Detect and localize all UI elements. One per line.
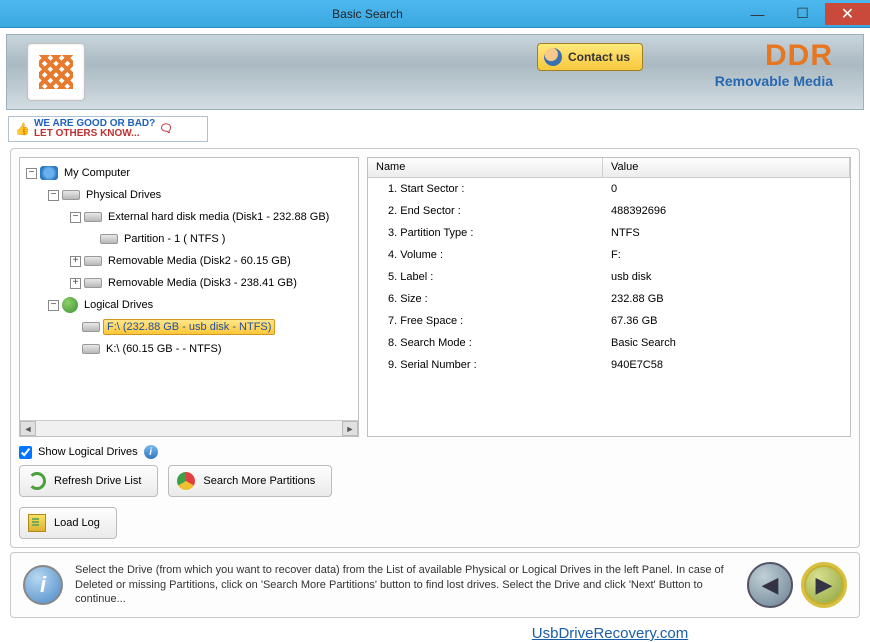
- property-row[interactable]: 5. Label :usb disk: [368, 266, 850, 288]
- contact-label: Contact us: [568, 50, 630, 64]
- drive-icon: [84, 212, 102, 222]
- feedback-banner[interactable]: 👍 WE ARE GOOD OR BAD? LET OTHERS KNOW...…: [8, 116, 208, 142]
- show-logical-drives-label: Show Logical Drives: [38, 446, 138, 458]
- info-icon[interactable]: i: [144, 445, 158, 459]
- minimize-button[interactable]: —: [735, 3, 780, 25]
- property-name: 6. Size :: [368, 293, 603, 305]
- column-value[interactable]: Value: [603, 158, 850, 177]
- property-value: Basic Search: [603, 337, 850, 349]
- titlebar: Basic Search — ☐ ✕: [0, 0, 870, 28]
- property-value: 488392696: [603, 205, 850, 217]
- property-value: NTFS: [603, 227, 850, 239]
- tree-physical-drives[interactable]: − Physical Drives: [22, 184, 356, 206]
- log-icon: [28, 514, 46, 532]
- property-value: 67.36 GB: [603, 315, 850, 327]
- property-row[interactable]: 9. Serial Number :940E7C58: [368, 354, 850, 376]
- collapse-icon[interactable]: −: [48, 190, 59, 201]
- column-name[interactable]: Name: [368, 158, 603, 177]
- property-name: 5. Label :: [368, 271, 603, 283]
- contact-us-button[interactable]: Contact us: [537, 43, 643, 71]
- expand-icon[interactable]: +: [70, 278, 81, 289]
- pie-icon: [177, 472, 195, 490]
- drive-icon: [82, 322, 100, 332]
- tree-disk1-partition1[interactable]: Partition - 1 ( NTFS ): [22, 228, 356, 250]
- brand-sub: Removable Media: [715, 73, 833, 89]
- property-row[interactable]: 7. Free Space :67.36 GB: [368, 310, 850, 332]
- next-button[interactable]: ▶: [801, 562, 847, 608]
- feedback-line2: LET OTHERS KNOW...: [34, 129, 155, 139]
- drive-icon: [82, 344, 100, 354]
- tree-drive-f[interactable]: F:\ (232.88 GB - usb disk - NTFS): [22, 316, 356, 338]
- show-logical-drives-checkbox[interactable]: [19, 446, 32, 459]
- content-area: − My Computer − Physical Drives − Extern…: [10, 148, 860, 548]
- window-title: Basic Search: [0, 7, 735, 21]
- drive-tree-panel[interactable]: − My Computer − Physical Drives − Extern…: [19, 157, 359, 437]
- footer-link[interactable]: UsbDriveRecovery.com: [0, 622, 870, 642]
- scroll-left-icon[interactable]: ◄: [20, 421, 36, 436]
- drive-icon: [84, 256, 102, 266]
- banner: Contact us DDR Removable Media: [6, 34, 864, 110]
- bubble-icon: 🗨: [159, 124, 173, 135]
- horizontal-scrollbar[interactable]: ◄ ►: [20, 420, 358, 436]
- collapse-icon[interactable]: −: [70, 212, 81, 223]
- property-name: 3. Partition Type :: [368, 227, 603, 239]
- property-row[interactable]: 8. Search Mode :Basic Search: [368, 332, 850, 354]
- drive-icon: [84, 278, 102, 288]
- property-row[interactable]: 6. Size :232.88 GB: [368, 288, 850, 310]
- tree-disk3[interactable]: + Removable Media (Disk3 - 238.41 GB): [22, 272, 356, 294]
- app-logo: [27, 43, 85, 101]
- drive-icon: [100, 234, 118, 244]
- properties-header: Name Value: [368, 158, 850, 178]
- property-row[interactable]: 2. End Sector :488392696: [368, 200, 850, 222]
- property-name: 8. Search Mode :: [368, 337, 603, 349]
- hint-text: Select the Drive (from which you want to…: [75, 563, 735, 608]
- property-value: 0: [603, 183, 850, 195]
- property-name: 1. Start Sector :: [368, 183, 603, 195]
- tree-disk2[interactable]: + Removable Media (Disk2 - 60.15 GB): [22, 250, 356, 272]
- computer-icon: [40, 166, 58, 180]
- tree-disk1[interactable]: − External hard disk media (Disk1 - 232.…: [22, 206, 356, 228]
- thumb-icon: 👍: [15, 123, 30, 135]
- properties-panel: Name Value 1. Start Sector :02. End Sect…: [367, 157, 851, 437]
- property-value: 232.88 GB: [603, 293, 850, 305]
- property-value: 940E7C58: [603, 359, 850, 371]
- search-more-partitions-button[interactable]: Search More Partitions: [168, 465, 332, 497]
- property-name: 4. Volume :: [368, 249, 603, 261]
- tree-root[interactable]: − My Computer: [22, 162, 356, 184]
- load-log-button[interactable]: Load Log: [19, 507, 117, 539]
- brand-name: DDR: [715, 41, 833, 71]
- property-row[interactable]: 3. Partition Type :NTFS: [368, 222, 850, 244]
- expand-icon[interactable]: +: [70, 256, 81, 267]
- property-value: usb disk: [603, 271, 850, 283]
- collapse-icon[interactable]: −: [48, 300, 59, 311]
- drive-icon: [62, 190, 80, 200]
- info-icon: i: [23, 565, 63, 605]
- globe-icon: [62, 297, 78, 313]
- property-value: F:: [603, 249, 850, 261]
- collapse-icon[interactable]: −: [26, 168, 37, 179]
- refresh-icon: [28, 472, 46, 490]
- property-row[interactable]: 4. Volume :F:: [368, 244, 850, 266]
- website-link[interactable]: UsbDriveRecovery.com: [532, 625, 688, 642]
- maximize-button[interactable]: ☐: [780, 3, 825, 25]
- back-button[interactable]: ◀: [747, 562, 793, 608]
- hint-bar: i Select the Drive (from which you want …: [10, 552, 860, 618]
- property-name: 9. Serial Number :: [368, 359, 603, 371]
- person-icon: [544, 48, 562, 66]
- close-button[interactable]: ✕: [825, 3, 870, 25]
- tree-drive-k[interactable]: K:\ (60.15 GB - - NTFS): [22, 338, 356, 360]
- property-name: 7. Free Space :: [368, 315, 603, 327]
- property-name: 2. End Sector :: [368, 205, 603, 217]
- property-row[interactable]: 1. Start Sector :0: [368, 178, 850, 200]
- brand-block: DDR Removable Media: [715, 41, 833, 89]
- refresh-drive-list-button[interactable]: Refresh Drive List: [19, 465, 158, 497]
- tree-logical-drives[interactable]: − Logical Drives: [22, 294, 356, 316]
- scroll-right-icon[interactable]: ►: [342, 421, 358, 436]
